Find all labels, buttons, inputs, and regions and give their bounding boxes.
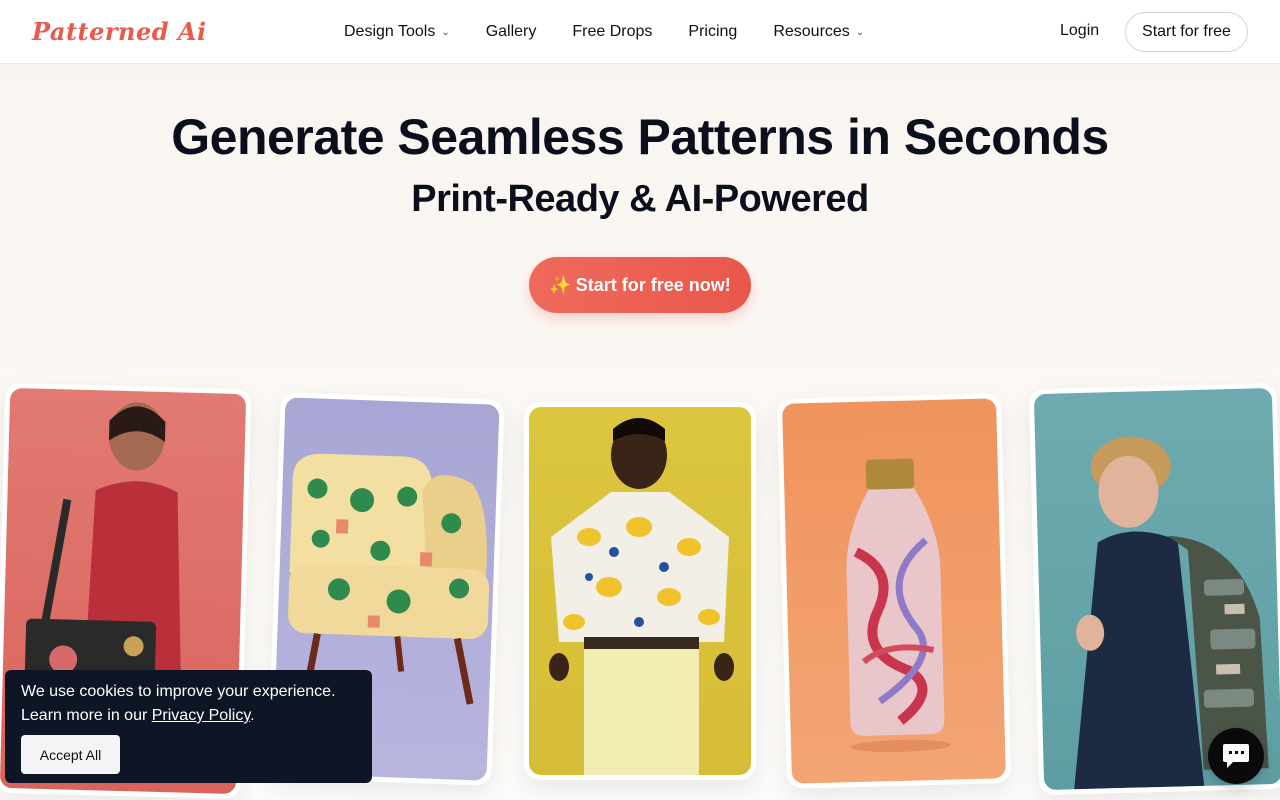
logo[interactable]: Patterned Ai: [32, 17, 207, 46]
nav-item-label: Free Drops: [572, 23, 653, 40]
hero-title: Generate Seamless Patterns in Seconds: [171, 109, 1109, 165]
nav-item-design-tools[interactable]: Design Tools ⌄: [344, 23, 450, 41]
nav-item-label: Gallery: [485, 23, 537, 40]
cookie-line-2-suffix: .: [250, 707, 255, 724]
nav-item-gallery[interactable]: Gallery: [486, 23, 537, 41]
nav-item-label: Pricing: [688, 23, 738, 40]
nav-item-resources[interactable]: Resources ⌄: [773, 23, 864, 41]
cookie-banner: We use cookies to improve your experienc…: [5, 670, 372, 783]
cookie-line-2-prefix: Learn more in our: [21, 707, 152, 724]
nav-item-pricing[interactable]: Pricing: [688, 23, 737, 41]
start-for-free-now-button[interactable]: ✨ Start for free now!: [529, 257, 751, 313]
nav-item-free-drops[interactable]: Free Drops: [572, 23, 652, 41]
showcase-image: [529, 407, 751, 775]
nav-item-label: Resources: [773, 23, 850, 40]
hero-subtitle: Print-Ready & AI-Powered: [411, 178, 869, 220]
chevron-down-icon: ⌄: [855, 26, 865, 38]
showcase-card-lemon-shirt[interactable]: [524, 402, 756, 780]
cookie-text: We use cookies to improve your experienc…: [21, 680, 356, 728]
accept-all-button[interactable]: Accept All: [21, 735, 120, 774]
chat-icon: [1223, 744, 1249, 768]
cookie-line-2: Learn more in our Privacy Policy.: [21, 704, 356, 728]
login-link[interactable]: Login: [1060, 22, 1099, 40]
chevron-down-icon: ⌄: [441, 26, 450, 38]
sparkles-icon: ✨: [549, 274, 572, 295]
start-for-free-button[interactable]: Start for free: [1125, 12, 1248, 52]
cta-label: Start for free now!: [575, 274, 731, 295]
showcase-image: [782, 398, 1006, 784]
showcase-card-water-bottle[interactable]: [776, 393, 1012, 789]
main-nav: Design Tools ⌄ Gallery Free Drops Pricin…: [344, 0, 900, 64]
privacy-policy-link[interactable]: Privacy Policy: [152, 707, 250, 724]
nav-item-label: Design Tools: [344, 23, 436, 40]
site-header: Patterned Ai Design Tools ⌄ Gallery Free…: [0, 0, 1280, 64]
cookie-line-1: We use cookies to improve your experienc…: [21, 683, 336, 700]
chat-widget-button[interactable]: [1208, 728, 1264, 784]
